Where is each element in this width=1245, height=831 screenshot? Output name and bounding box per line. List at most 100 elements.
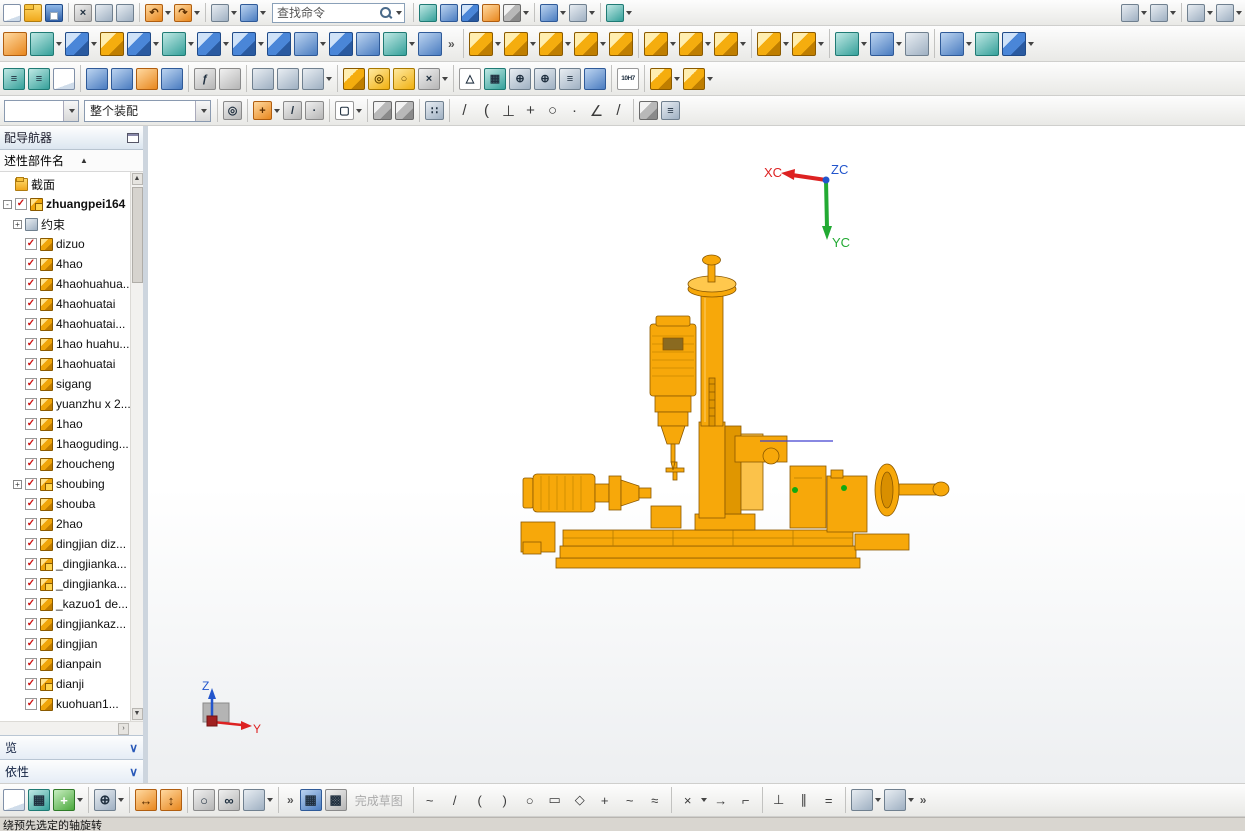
point-sketch-button[interactable]: + — [593, 787, 617, 813]
perpendicular-tool-button[interactable]: ⊥ — [498, 98, 519, 124]
new-file-button[interactable] — [2, 0, 22, 25]
tree-item[interactable]: + ✓ shoubing — [0, 474, 130, 494]
save-button[interactable] — [44, 0, 64, 25]
graphics-canvas[interactable]: XC YC ZC Z Y — [148, 126, 1240, 783]
pattern-feature-button[interactable] — [161, 31, 195, 57]
component-checkbox[interactable]: ✓ — [25, 658, 37, 670]
tree-item[interactable]: ✓ _kazuo1 de... — [0, 594, 130, 614]
link-curves-button[interactable]: ∞ — [217, 787, 241, 813]
section-analysis-button[interactable] — [869, 31, 903, 57]
tree-item[interactable]: ✓ 4haohuahua... — [0, 274, 130, 294]
point-tool-button[interactable]: · — [564, 98, 585, 124]
shell-button[interactable] — [328, 31, 354, 57]
arc-sketch-button[interactable]: ( — [468, 787, 492, 813]
tree-item[interactable]: + 约束 — [0, 214, 130, 234]
tree-item[interactable]: 截面 — [0, 174, 130, 194]
scroll-down-icon[interactable]: ▼ — [131, 708, 143, 720]
line-tool-button[interactable]: / — [454, 98, 475, 124]
tree-item[interactable]: ✓ 1hao huahu... — [0, 334, 130, 354]
component-checkbox[interactable]: ✓ — [25, 398, 37, 410]
add-new-button[interactable]: + — [52, 787, 84, 813]
quick-trim-button[interactable]: × — [676, 787, 708, 813]
part-navigator-button[interactable] — [52, 66, 76, 92]
reflection-analysis-button[interactable] — [939, 31, 973, 57]
bottom-overflow-1[interactable]: » — [283, 793, 298, 807]
component-checkbox[interactable]: ✓ — [25, 558, 37, 570]
direct-sketch-button[interactable] — [2, 31, 28, 57]
interpart-links-button[interactable] — [791, 31, 825, 57]
cut-button[interactable]: × — [73, 0, 93, 25]
component-checkbox[interactable]: ✓ — [25, 598, 37, 610]
pattern-target-button[interactable]: ⊕ — [508, 66, 532, 92]
trim-body-button[interactable] — [293, 31, 327, 57]
tree-item[interactable]: ✓ 4hao — [0, 254, 130, 274]
redo-button[interactable]: ↷ — [173, 0, 201, 25]
fillet-sketch-button[interactable]: ⌐ — [734, 787, 758, 813]
component-checkbox[interactable]: ✓ — [25, 278, 37, 290]
tree-item[interactable]: ✓ _dingjianka... — [0, 574, 130, 594]
note-editor-button[interactable]: ≡ — [558, 66, 582, 92]
component-checkbox[interactable]: ✓ — [25, 358, 37, 370]
arc-tool-button[interactable]: ( — [476, 98, 497, 124]
datum-dimension-button[interactable] — [1186, 0, 1214, 25]
component-checkbox[interactable]: ✓ — [25, 478, 37, 490]
circle-tool-button[interactable]: ○ — [542, 98, 563, 124]
edge-blend-button[interactable] — [231, 31, 265, 57]
assembly-constraints-button[interactable] — [503, 31, 537, 57]
hole-button[interactable] — [126, 31, 160, 57]
shade-region-button[interactable]: ▩ — [324, 787, 348, 813]
tree-item[interactable]: - ✓ zhuangpei164 — [0, 194, 130, 214]
quick-dimension-button[interactable] — [1120, 0, 1148, 25]
repeat-command-button[interactable] — [239, 0, 267, 25]
user-defined-view-button[interactable] — [605, 0, 633, 25]
component-checkbox[interactable]: ✓ — [25, 678, 37, 690]
drawing-new-button[interactable] — [2, 787, 26, 813]
tree-item[interactable]: ✓ 1haoguding... — [0, 434, 130, 454]
component-checkbox[interactable]: ✓ — [25, 378, 37, 390]
expander-plus-icon[interactable]: + — [13, 479, 22, 489]
new-window-button[interactable] — [539, 0, 567, 25]
tree-item[interactable]: ✓ yuanzhu x 2... — [0, 394, 130, 414]
line-sketch-button[interactable]: / — [443, 787, 467, 813]
axis-tool-button[interactable]: + — [520, 98, 541, 124]
component-checkbox[interactable]: ✓ — [25, 518, 37, 530]
display-object-button[interactable] — [460, 0, 480, 25]
wave-geometry-linker-button[interactable] — [756, 31, 790, 57]
tree-item[interactable]: ✓ kuohuan1... — [0, 694, 130, 714]
tree-item[interactable]: ✓ 1hao — [0, 414, 130, 434]
exploded-views-button[interactable] — [643, 31, 677, 57]
history-palette-button[interactable] — [135, 66, 159, 92]
arrangements-button[interactable] — [713, 31, 747, 57]
tree-item[interactable]: ✓ sigang — [0, 374, 130, 394]
tree-item[interactable]: ✓ zhoucheng — [0, 454, 130, 474]
pocket-feature-button[interactable] — [682, 66, 714, 92]
web-browser-button[interactable] — [110, 66, 134, 92]
surface-finish-button[interactable] — [583, 66, 607, 92]
constraint-navigator-button[interactable]: ≡ — [27, 66, 51, 92]
arc-sketch-2-button[interactable]: ) — [493, 787, 517, 813]
horizontal-scrollbar[interactable]: › — [0, 721, 143, 735]
snap-midpoint-button[interactable]: · — [304, 98, 325, 124]
tree-item[interactable]: ✓ 4haohuatai — [0, 294, 130, 314]
tree-item[interactable]: ✓ dingjiankaz... — [0, 614, 130, 634]
slash-tool-button[interactable]: / — [608, 98, 629, 124]
snap-endpoint-button[interactable]: / — [282, 98, 303, 124]
grid-display-button[interactable]: ▦ — [299, 787, 323, 813]
chevron-down-icon[interactable] — [396, 10, 402, 15]
journal-play-button[interactable] — [251, 66, 275, 92]
tree-item[interactable]: ✓ 1haohuatai — [0, 354, 130, 374]
tree-item[interactable]: ✓ shouba — [0, 494, 130, 514]
float-window-icon[interactable] — [127, 132, 139, 143]
tree-item[interactable]: ✓ _dingjianka... — [0, 554, 130, 574]
draft-triangle-button[interactable]: △ — [458, 66, 482, 92]
undo-button[interactable]: ↶ — [144, 0, 172, 25]
boss-feature-button[interactable] — [649, 66, 681, 92]
suppress-feature-button[interactable]: × — [417, 66, 449, 92]
add-component-button[interactable] — [468, 31, 502, 57]
mini-cube-button[interactable] — [638, 98, 659, 124]
selection-scope-combo-dropdown[interactable] — [195, 100, 210, 121]
circle-sketch-button[interactable]: ○ — [518, 787, 542, 813]
unite-button[interactable] — [196, 31, 230, 57]
component-checkbox[interactable]: ✓ — [25, 258, 37, 270]
pattern-component-button[interactable] — [573, 31, 607, 57]
